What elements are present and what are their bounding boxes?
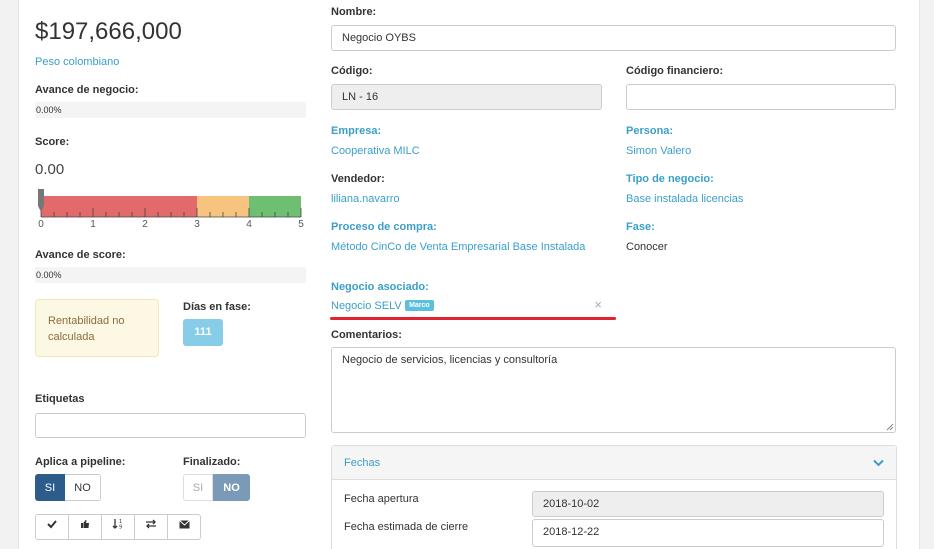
resize-handle-icon[interactable] xyxy=(886,423,894,431)
fecha-apertura-label: Fecha apertura xyxy=(344,493,419,505)
fecha-cierre-label: Fecha estimada de cierre xyxy=(344,521,469,533)
marco-badge: Marco xyxy=(405,300,434,312)
thumbs-up-icon[interactable] xyxy=(68,514,102,540)
comentarios-textarea[interactable]: Negocio de servicios, licencias y consul… xyxy=(331,347,896,433)
fechas-title: Fechas xyxy=(344,457,381,469)
codigo-label: Código: xyxy=(331,65,373,77)
negocio-asociado-underline xyxy=(330,317,616,320)
persona-label: Persona: xyxy=(626,125,674,137)
chevron-down-icon[interactable] xyxy=(873,459,884,467)
pipeline-label: Aplica a pipeline: xyxy=(35,456,126,468)
nombre-input[interactable]: Negocio OYBS xyxy=(331,25,896,51)
persona-link[interactable]: Simon Valero xyxy=(626,145,691,157)
svg-text:9: 9 xyxy=(119,525,122,530)
dias-fase-badge: 111 xyxy=(183,319,223,346)
empresa-link[interactable]: Cooperativa MILC xyxy=(331,145,420,157)
currency-label: Peso colombiano xyxy=(35,56,120,68)
finalizado-si-button[interactable]: SI xyxy=(183,474,213,501)
etiquetas-input[interactable] xyxy=(35,413,306,438)
rentabilidad-alert: Rentabilidad no calculada xyxy=(35,299,159,357)
fechas-header[interactable]: Fechas xyxy=(332,446,896,480)
vendedor-link[interactable]: liliana.navarro xyxy=(331,193,399,205)
vendedor-label: Vendedor: xyxy=(331,173,385,185)
comentarios-text: Negocio de servicios, licencias y consul… xyxy=(342,354,558,366)
check-icon[interactable] xyxy=(35,514,69,540)
score-value: 0.00 xyxy=(35,161,65,178)
negocio-asociado-link[interactable]: Negocio SELV xyxy=(331,300,402,312)
score-tick-label: 2 xyxy=(142,219,148,230)
negocio-asociado-select[interactable]: Negocio SELV Marco × xyxy=(331,297,604,316)
score-tick-label: 5 xyxy=(298,219,304,230)
avance-negocio-value: 0.00% xyxy=(36,105,62,115)
pipeline-si-button[interactable]: SI xyxy=(35,474,65,501)
fecha-cierre-input[interactable]: 2018-12-22 xyxy=(532,519,884,547)
avance-negocio-progress: 0.00% xyxy=(35,102,306,118)
fechas-panel: Fechas Fecha apertura 2018-10-02 Fecha e… xyxy=(331,445,897,549)
exchange-icon[interactable] xyxy=(134,514,168,540)
action-buttons: 19 xyxy=(35,514,201,540)
nombre-label: Nombre: xyxy=(331,6,377,18)
score-label: Score: xyxy=(35,136,70,148)
avance-negocio-label: Avance de negocio: xyxy=(35,84,139,96)
pipeline-toggle: SI NO xyxy=(35,474,101,501)
deal-panel: $197,666,000 Peso colombiano Avance de n… xyxy=(18,0,920,549)
fecha-apertura-input: 2018-10-02 xyxy=(532,491,884,517)
sort-icon[interactable]: 19 xyxy=(101,514,135,540)
proceso-compra-label: Proceso de compra: xyxy=(331,221,437,233)
pipeline-no-button[interactable]: NO xyxy=(65,474,101,501)
finalizado-toggle: SI NO xyxy=(183,474,250,501)
clear-icon[interactable]: × xyxy=(594,297,602,312)
avance-score-progress: 0.00% xyxy=(35,267,306,283)
codigo-input: LN - 16 xyxy=(331,84,602,110)
deal-amount: $197,666,000 xyxy=(35,18,182,45)
score-tick-label: 0 xyxy=(38,219,44,230)
codigo-financiero-label: Código financiero: xyxy=(626,65,724,77)
empresa-label: Empresa: xyxy=(331,125,382,137)
finalizado-label: Finalizado: xyxy=(183,456,241,468)
tipo-negocio-link[interactable]: Base instalada licencias xyxy=(626,193,743,205)
comentarios-label: Comentarios: xyxy=(331,329,402,341)
score-gauge: 0 1 2 3 4 5 xyxy=(38,189,304,230)
fase-value: Conocer xyxy=(626,241,668,253)
envelope-icon[interactable] xyxy=(167,514,201,540)
proceso-compra-link[interactable]: Método CinCo de Venta Empresarial Base I… xyxy=(331,241,585,253)
avance-score-value: 0.00% xyxy=(36,270,62,280)
tipo-negocio-label: Tipo de negocio: xyxy=(626,173,714,185)
codigo-financiero-input[interactable] xyxy=(626,84,896,110)
fase-label: Fase: xyxy=(626,221,655,233)
score-tick-label: 3 xyxy=(194,219,200,230)
dias-fase-label: Días en fase: xyxy=(183,301,251,313)
finalizado-no-button[interactable]: NO xyxy=(213,474,250,501)
avance-score-label: Avance de score: xyxy=(35,249,126,261)
negocio-asociado-label: Negocio asociado: xyxy=(331,281,429,293)
score-tick-label: 1 xyxy=(90,219,96,230)
etiquetas-label: Etiquetas xyxy=(35,393,85,405)
rentabilidad-text: Rentabilidad no calculada xyxy=(48,315,125,343)
score-tick-label: 4 xyxy=(246,219,252,230)
